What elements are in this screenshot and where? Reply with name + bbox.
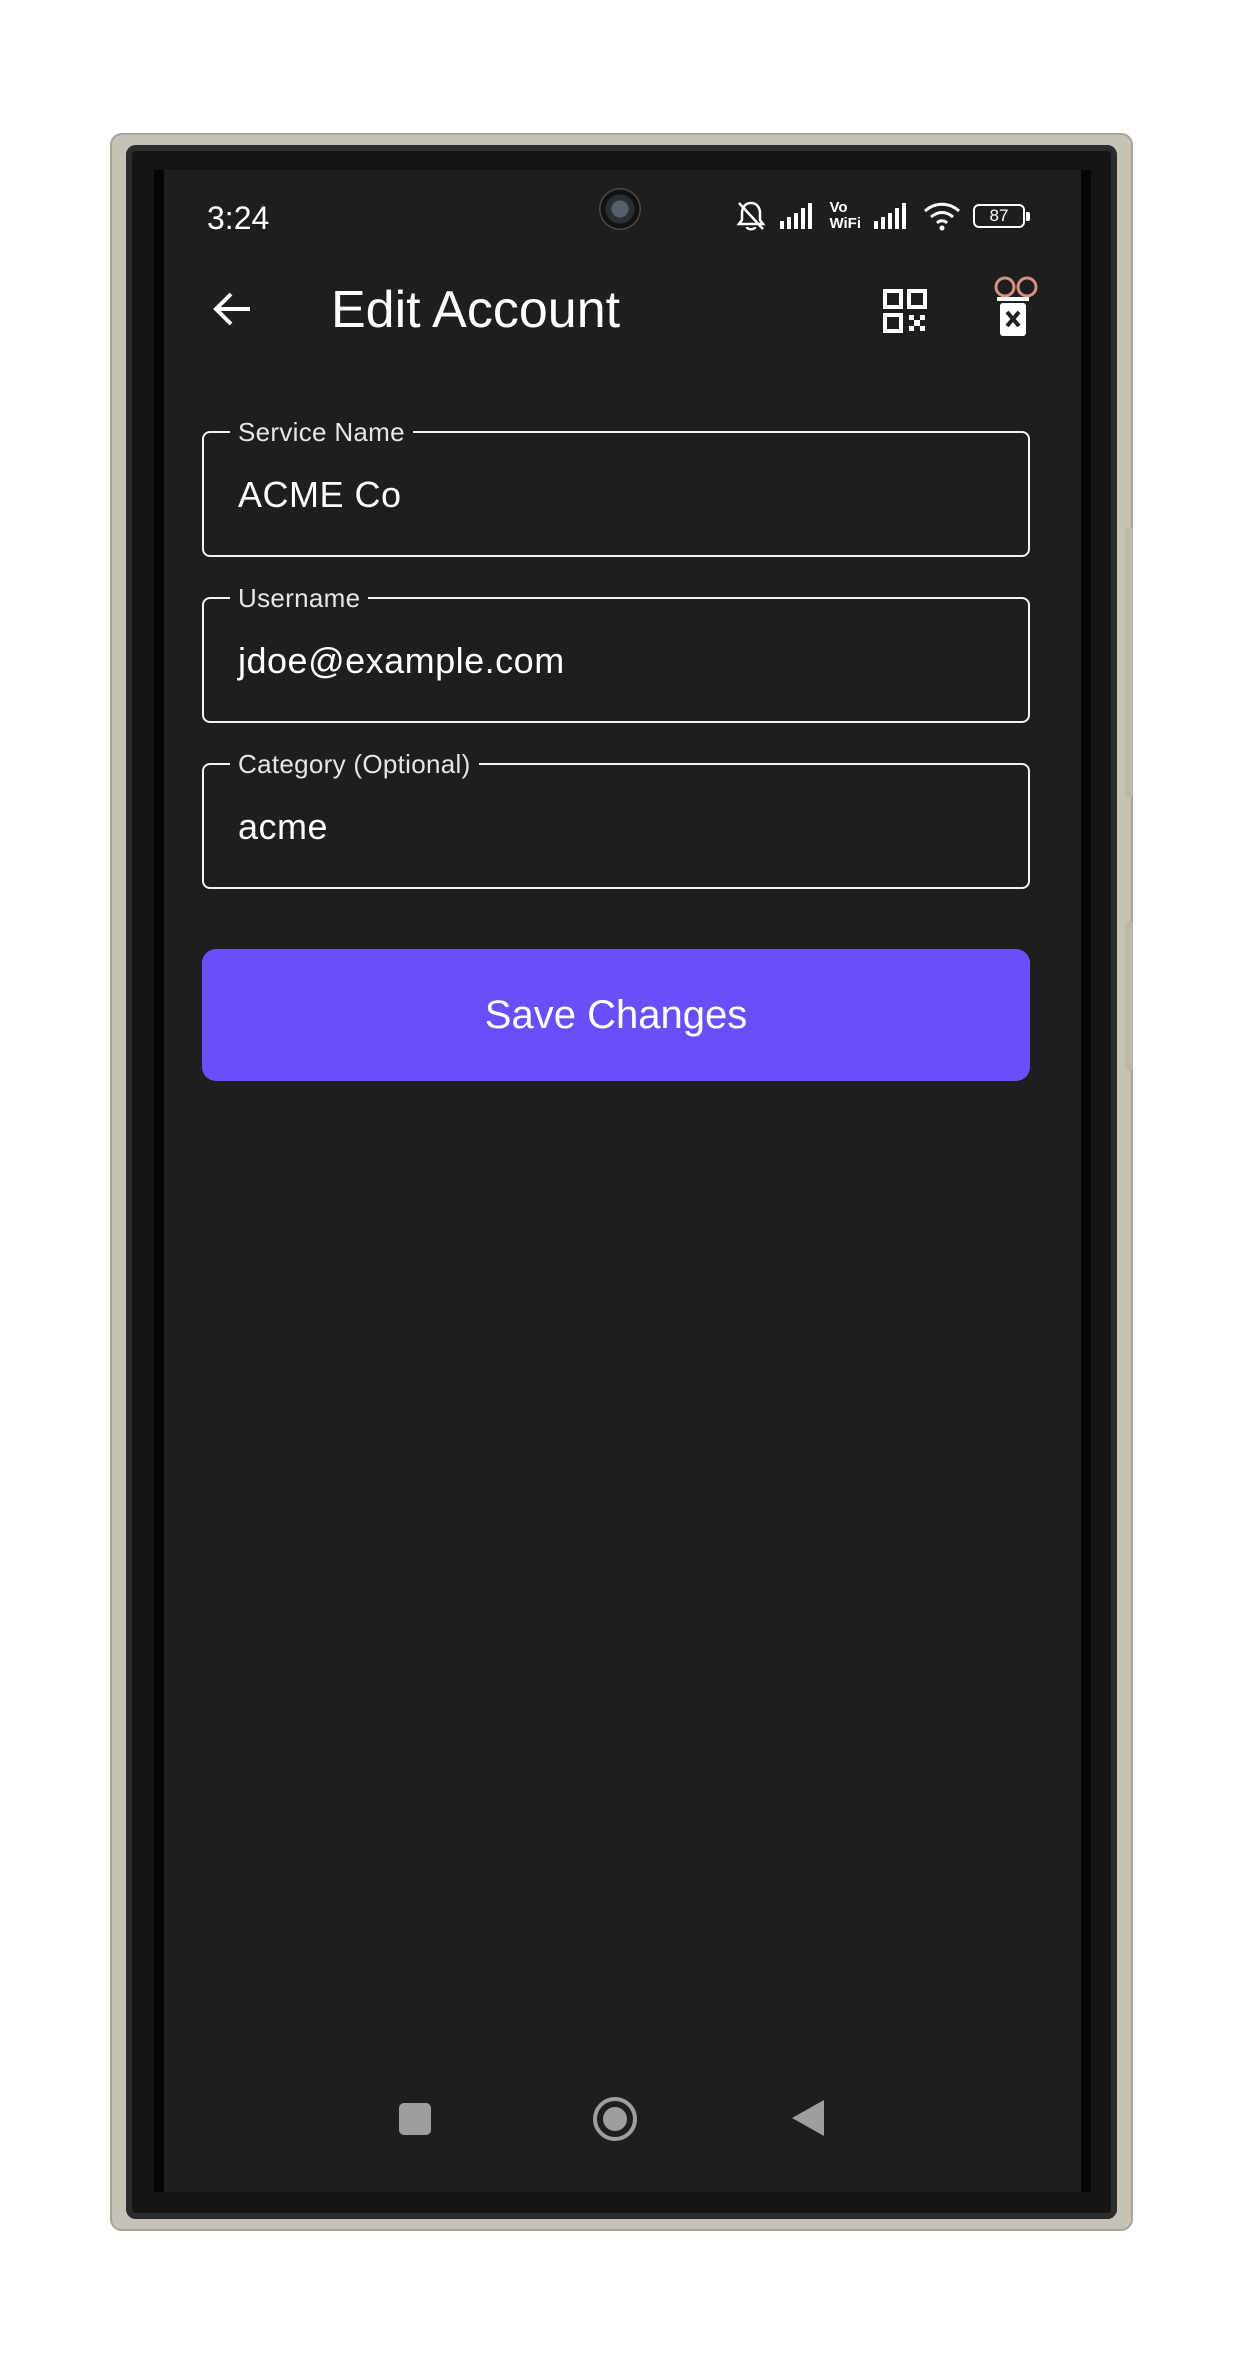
volume-button	[1125, 527, 1133, 797]
wifi-calling-bottom: WiFi	[829, 215, 861, 232]
back-button[interactable]	[204, 283, 260, 339]
username-field[interactable]: Username jdoe@example.com	[202, 582, 1030, 723]
service-name-field[interactable]: Service Name ACME Co	[202, 416, 1030, 557]
service-name-label: Service Name	[230, 416, 413, 448]
power-button	[1125, 921, 1133, 1071]
wifi-icon	[923, 201, 961, 231]
home-button[interactable]	[591, 2095, 639, 2143]
service-name-input[interactable]: ACME Co	[238, 471, 1008, 519]
page-title: Edit Account	[331, 281, 621, 339]
qr-code-button[interactable]	[877, 285, 933, 341]
delete-button[interactable]	[987, 273, 1049, 341]
username-label: Username	[230, 582, 369, 614]
delete-icon	[987, 276, 1049, 345]
wifi-calling-top: Vo	[829, 199, 848, 216]
signal-icon-2	[873, 202, 911, 230]
recent-apps-button[interactable]	[399, 2103, 431, 2135]
triangle-back-icon	[790, 2100, 826, 2142]
battery-level: 87	[989, 206, 1009, 225]
screen-edge-right	[1081, 170, 1091, 2192]
save-changes-button[interactable]: Save Changes	[202, 949, 1030, 1081]
category-field[interactable]: Category (Optional) acme	[202, 748, 1030, 889]
bell-muted-icon	[735, 199, 767, 233]
wifi-calling-icon: Vo WiFi	[829, 200, 861, 232]
arrow-back-icon	[212, 291, 252, 332]
status-time: 3:24	[207, 200, 270, 236]
qr-code-icon	[883, 288, 927, 338]
home-circle-icon	[591, 2097, 639, 2147]
nav-back-button[interactable]	[790, 2098, 826, 2138]
username-input[interactable]: jdoe@example.com	[238, 637, 1008, 685]
app-screen: 3:24 Vo WiFi 87 Edit Account Service Nam…	[164, 170, 1081, 2192]
front-camera	[599, 188, 641, 230]
screen-edge-left	[154, 170, 164, 2192]
category-label: Category (Optional)	[230, 748, 479, 780]
battery-icon: 87	[973, 204, 1030, 228]
category-input[interactable]: acme	[238, 803, 1008, 851]
signal-icon	[779, 202, 817, 230]
status-icons: Vo WiFi 87	[735, 196, 1030, 236]
